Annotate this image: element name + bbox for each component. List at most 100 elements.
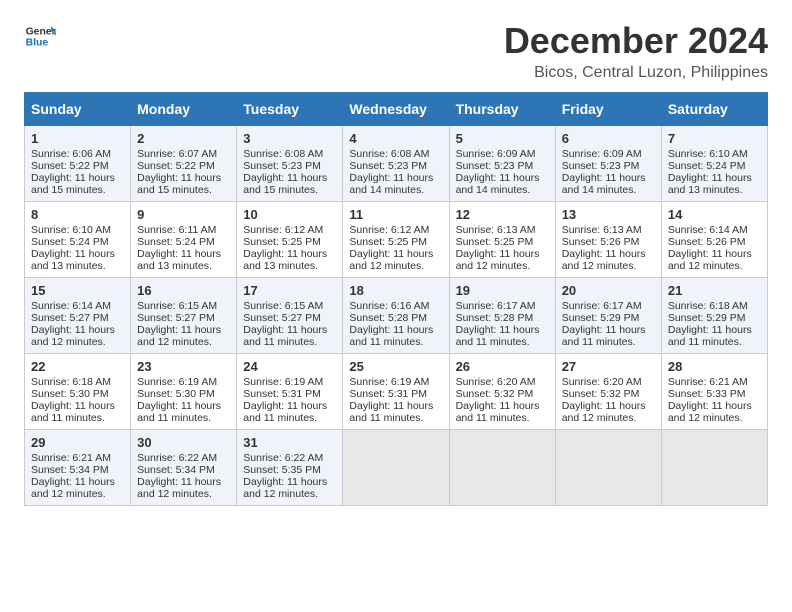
calendar-cell: 21 Sunrise: 6:18 AM Sunset: 5:29 PM Dayl… (661, 278, 767, 354)
daylight-text: Daylight: 11 hours and 12 minutes. (243, 476, 327, 500)
page-subtitle: Bicos, Central Luzon, Philippines (504, 64, 768, 82)
daylight-text: Daylight: 11 hours and 12 minutes. (31, 324, 115, 348)
daylight-text: Daylight: 11 hours and 15 minutes. (243, 172, 327, 196)
day-number: 22 (31, 359, 124, 374)
sunrise-text: Sunrise: 6:17 AM (562, 300, 642, 312)
sunset-text: Sunset: 5:23 PM (456, 160, 534, 172)
sunset-text: Sunset: 5:33 PM (668, 388, 746, 400)
sunrise-text: Sunrise: 6:15 AM (243, 300, 323, 312)
sunset-text: Sunset: 5:35 PM (243, 464, 321, 476)
svg-text:Blue: Blue (26, 38, 49, 49)
day-number: 2 (137, 131, 230, 146)
calendar-cell: 3 Sunrise: 6:08 AM Sunset: 5:23 PM Dayli… (237, 126, 343, 202)
calendar-cell: 7 Sunrise: 6:10 AM Sunset: 5:24 PM Dayli… (661, 126, 767, 202)
page-title: December 2024 (504, 20, 768, 62)
calendar-cell: 11 Sunrise: 6:12 AM Sunset: 5:25 PM Dayl… (343, 202, 449, 278)
sunrise-text: Sunrise: 6:19 AM (349, 376, 429, 388)
daylight-text: Daylight: 11 hours and 12 minutes. (137, 476, 221, 500)
daylight-text: Daylight: 11 hours and 11 minutes. (562, 324, 646, 348)
daylight-text: Daylight: 11 hours and 15 minutes. (31, 172, 115, 196)
calendar-week-row: 15 Sunrise: 6:14 AM Sunset: 5:27 PM Dayl… (25, 278, 768, 354)
daylight-text: Daylight: 11 hours and 15 minutes. (137, 172, 221, 196)
day-number: 19 (456, 283, 549, 298)
daylight-text: Daylight: 11 hours and 12 minutes. (456, 248, 540, 272)
day-number: 7 (668, 131, 761, 146)
sunrise-text: Sunrise: 6:06 AM (31, 148, 111, 160)
calendar-cell (343, 430, 449, 506)
day-number: 26 (456, 359, 549, 374)
sunrise-text: Sunrise: 6:12 AM (349, 224, 429, 236)
sunrise-text: Sunrise: 6:22 AM (137, 452, 217, 464)
sunset-text: Sunset: 5:34 PM (31, 464, 109, 476)
sunrise-text: Sunrise: 6:10 AM (31, 224, 111, 236)
calendar-cell: 10 Sunrise: 6:12 AM Sunset: 5:25 PM Dayl… (237, 202, 343, 278)
calendar-cell: 6 Sunrise: 6:09 AM Sunset: 5:23 PM Dayli… (555, 126, 661, 202)
sunset-text: Sunset: 5:28 PM (349, 312, 427, 324)
sunrise-text: Sunrise: 6:21 AM (31, 452, 111, 464)
daylight-text: Daylight: 11 hours and 14 minutes. (349, 172, 433, 196)
day-number: 23 (137, 359, 230, 374)
sunrise-text: Sunrise: 6:22 AM (243, 452, 323, 464)
day-of-week-header: Tuesday (237, 93, 343, 126)
sunset-text: Sunset: 5:23 PM (562, 160, 640, 172)
day-number: 10 (243, 207, 336, 222)
sunset-text: Sunset: 5:24 PM (668, 160, 746, 172)
daylight-text: Daylight: 11 hours and 12 minutes. (668, 248, 752, 272)
sunrise-text: Sunrise: 6:14 AM (668, 224, 748, 236)
calendar-cell: 16 Sunrise: 6:15 AM Sunset: 5:27 PM Dayl… (131, 278, 237, 354)
calendar-cell: 28 Sunrise: 6:21 AM Sunset: 5:33 PM Dayl… (661, 354, 767, 430)
calendar-cell: 30 Sunrise: 6:22 AM Sunset: 5:34 PM Dayl… (131, 430, 237, 506)
sunrise-text: Sunrise: 6:20 AM (562, 376, 642, 388)
day-number: 11 (349, 207, 442, 222)
calendar-cell: 13 Sunrise: 6:13 AM Sunset: 5:26 PM Dayl… (555, 202, 661, 278)
day-number: 25 (349, 359, 442, 374)
sunrise-text: Sunrise: 6:11 AM (137, 224, 216, 236)
calendar-week-row: 22 Sunrise: 6:18 AM Sunset: 5:30 PM Dayl… (25, 354, 768, 430)
daylight-text: Daylight: 11 hours and 13 minutes. (31, 248, 115, 272)
daylight-text: Daylight: 11 hours and 13 minutes. (668, 172, 752, 196)
sunrise-text: Sunrise: 6:19 AM (137, 376, 217, 388)
calendar-cell: 26 Sunrise: 6:20 AM Sunset: 5:32 PM Dayl… (449, 354, 555, 430)
daylight-text: Daylight: 11 hours and 11 minutes. (668, 324, 752, 348)
sunset-text: Sunset: 5:26 PM (562, 236, 640, 248)
calendar-cell: 19 Sunrise: 6:17 AM Sunset: 5:28 PM Dayl… (449, 278, 555, 354)
calendar-cell: 24 Sunrise: 6:19 AM Sunset: 5:31 PM Dayl… (237, 354, 343, 430)
sunset-text: Sunset: 5:32 PM (456, 388, 534, 400)
calendar-cell: 29 Sunrise: 6:21 AM Sunset: 5:34 PM Dayl… (25, 430, 131, 506)
sunrise-text: Sunrise: 6:08 AM (243, 148, 323, 160)
calendar-cell: 23 Sunrise: 6:19 AM Sunset: 5:30 PM Dayl… (131, 354, 237, 430)
day-number: 4 (349, 131, 442, 146)
sunrise-text: Sunrise: 6:13 AM (456, 224, 536, 236)
sunrise-text: Sunrise: 6:10 AM (668, 148, 748, 160)
calendar-cell: 25 Sunrise: 6:19 AM Sunset: 5:31 PM Dayl… (343, 354, 449, 430)
sunset-text: Sunset: 5:31 PM (349, 388, 427, 400)
daylight-text: Daylight: 11 hours and 12 minutes. (668, 400, 752, 424)
calendar-week-row: 8 Sunrise: 6:10 AM Sunset: 5:24 PM Dayli… (25, 202, 768, 278)
day-number: 14 (668, 207, 761, 222)
day-number: 13 (562, 207, 655, 222)
sunset-text: Sunset: 5:27 PM (137, 312, 215, 324)
day-number: 31 (243, 435, 336, 450)
sunrise-text: Sunrise: 6:18 AM (31, 376, 111, 388)
day-number: 6 (562, 131, 655, 146)
sunset-text: Sunset: 5:22 PM (31, 160, 109, 172)
sunrise-text: Sunrise: 6:15 AM (137, 300, 217, 312)
day-number: 20 (562, 283, 655, 298)
calendar-cell: 4 Sunrise: 6:08 AM Sunset: 5:23 PM Dayli… (343, 126, 449, 202)
daylight-text: Daylight: 11 hours and 12 minutes. (562, 248, 646, 272)
day-number: 24 (243, 359, 336, 374)
day-number: 27 (562, 359, 655, 374)
daylight-text: Daylight: 11 hours and 11 minutes. (349, 400, 433, 424)
calendar-cell: 15 Sunrise: 6:14 AM Sunset: 5:27 PM Dayl… (25, 278, 131, 354)
sunrise-text: Sunrise: 6:08 AM (349, 148, 429, 160)
day-of-week-header: Wednesday (343, 93, 449, 126)
sunset-text: Sunset: 5:29 PM (668, 312, 746, 324)
day-of-week-header: Friday (555, 93, 661, 126)
sunset-text: Sunset: 5:23 PM (243, 160, 321, 172)
calendar-cell: 20 Sunrise: 6:17 AM Sunset: 5:29 PM Dayl… (555, 278, 661, 354)
sunset-text: Sunset: 5:30 PM (137, 388, 215, 400)
day-number: 29 (31, 435, 124, 450)
calendar-cell: 5 Sunrise: 6:09 AM Sunset: 5:23 PM Dayli… (449, 126, 555, 202)
sunrise-text: Sunrise: 6:13 AM (562, 224, 642, 236)
sunrise-text: Sunrise: 6:12 AM (243, 224, 323, 236)
